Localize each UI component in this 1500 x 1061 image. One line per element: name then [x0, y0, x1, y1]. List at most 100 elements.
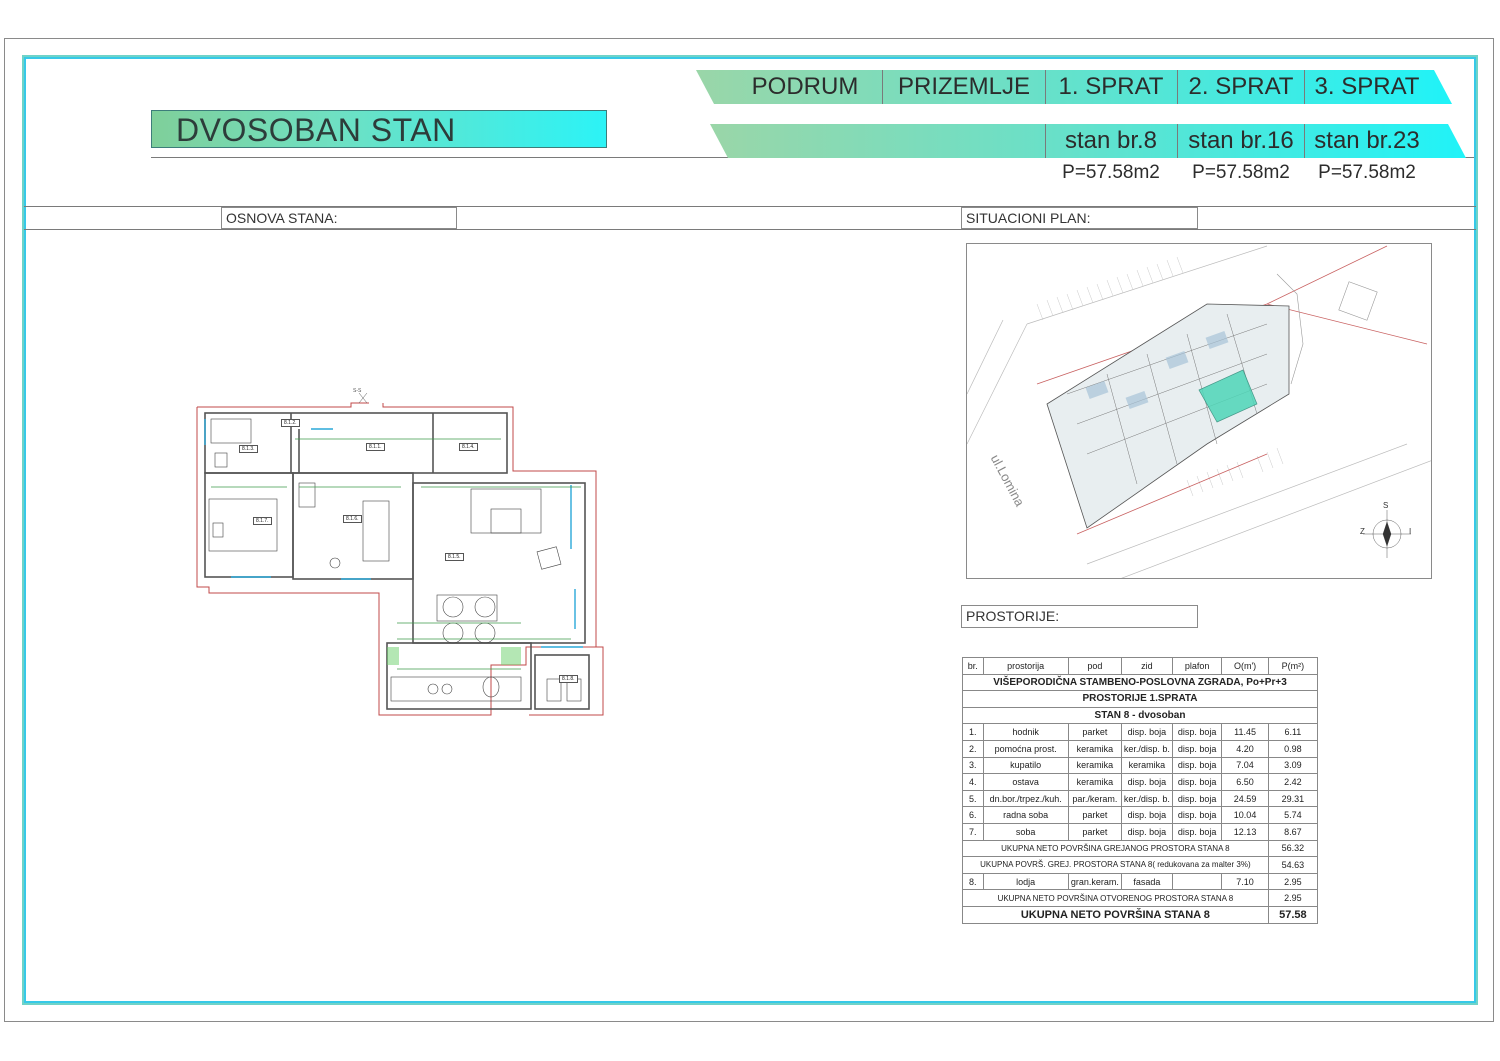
- section-mark: S-S: [353, 388, 362, 394]
- cell-ceiling: disp. boja: [1171, 822, 1223, 841]
- cell-floor: gran.keram.: [1067, 872, 1122, 891]
- cell-ceiling: disp. boja: [1171, 806, 1223, 824]
- subtotal-label: UKUPNA POVRŠ. GREJ. PROSTORA STANA 8( re…: [962, 856, 1269, 874]
- site-plan: ul.Lomina S Z I: [966, 243, 1432, 579]
- cell-perimeter: 7.10: [1221, 872, 1269, 891]
- flat-area: P=57.58m2: [1192, 162, 1290, 183]
- cell-wall: ker./disp. b.: [1120, 739, 1173, 758]
- cell-room: kupatilo: [982, 756, 1069, 775]
- room-label: 8.1.1.: [366, 443, 385, 451]
- subtotal-row: UKUPNA NETO POVRŠINA OTVORENOG PROSTORA …: [962, 889, 1319, 907]
- subtotal-row: UKUPNA NETO POVRŠINA GREJANOG PROSTORA S…: [962, 839, 1319, 858]
- cell-room: ostava: [982, 773, 1069, 791]
- cell-area: 2.95: [1267, 872, 1319, 891]
- osnova-label: OSNOVA STANA:: [221, 207, 457, 229]
- cell-area: 6.11: [1267, 723, 1319, 741]
- subtotal-value: 56.32: [1267, 839, 1319, 858]
- cell-ceiling: disp. boja: [1171, 723, 1223, 741]
- flat-number: stan br.16: [1188, 127, 1294, 154]
- column-header: P(m²): [1267, 657, 1319, 675]
- cell-br: 4.: [962, 773, 984, 791]
- table-row: 8. lodja gran.keram. fasada 7.10 2.95: [962, 872, 1319, 891]
- cell-wall: disp. boja: [1120, 773, 1173, 791]
- table-row: 5. dn.bor./trpez./kuh. par./keram. ker./dis…: [962, 789, 1319, 808]
- table-header-row: br. prostorija pod zid plafon O(m') P(m²…: [962, 657, 1319, 675]
- cell-perimeter: 24.59: [1221, 789, 1269, 808]
- cell-area: 3.09: [1267, 756, 1319, 775]
- cell-area: 0.98: [1267, 739, 1319, 758]
- cell-perimeter: 7.04: [1221, 756, 1269, 775]
- flat-area: P=57.58m2: [1318, 162, 1416, 183]
- table-row: 4. ostava keramika disp. boja disp. boja 6.50…: [962, 773, 1319, 791]
- prostorije-label: PROSTORIJE:: [961, 605, 1198, 628]
- table-row: 3. kupatilo keramika keramika disp. boja 7.04…: [962, 756, 1319, 775]
- room-label: 8.1.8.: [559, 675, 578, 683]
- room-label: 8.1.2.: [281, 419, 300, 427]
- cell-br: 2.: [962, 739, 984, 758]
- cell-br: 8.: [962, 872, 984, 891]
- cell-floor: parket: [1067, 822, 1122, 841]
- column-header: zid: [1120, 657, 1173, 675]
- situacioni-label: SITUACIONI PLAN:: [961, 207, 1198, 229]
- room-label: 8.1.3.: [239, 445, 258, 453]
- building-title: VIŠEPORODIČNA STAMBENO-POSLOVNA ZGRADA, …: [962, 673, 1318, 692]
- cell-perimeter: 10.04: [1221, 806, 1269, 824]
- table-row: 1. hodnik parket disp. boja disp. boja 11.45 6…: [962, 723, 1319, 741]
- cell-br: 3.: [962, 756, 984, 775]
- cell-floor: keramika: [1067, 756, 1122, 775]
- flat-number: stan br.23: [1314, 127, 1420, 154]
- total-value: 57.58: [1267, 905, 1319, 924]
- floor-plan: S-S 8.1.1. 8.1.2. 8.1.3. 8.1.4. 8.1.5. 8…: [191, 388, 611, 719]
- cell-room: lodja: [982, 872, 1069, 891]
- cell-br: 7.: [962, 822, 984, 841]
- compass-west: Z: [1360, 527, 1365, 536]
- cell-perimeter: 11.45: [1221, 723, 1269, 741]
- cell-floor: par./keram.: [1067, 789, 1122, 808]
- cell-ceiling: disp. boja: [1171, 789, 1223, 808]
- subtotal-row: UKUPNA POVRŠ. GREJ. PROSTORA STANA 8( re…: [962, 856, 1319, 874]
- compass-east: I: [1409, 527, 1412, 536]
- room-label: 8.1.6.: [343, 515, 362, 523]
- cell-wall: disp. boja: [1120, 822, 1173, 841]
- cell-perimeter: 6.50: [1221, 773, 1269, 791]
- table-row: 6. radna soba parket disp. boja disp. boja 10…: [962, 806, 1319, 824]
- floor-sprat-2: 2. SPRAT: [1188, 73, 1294, 100]
- cell-wall: disp. boja: [1120, 806, 1173, 824]
- cell-br: 6.: [962, 806, 984, 824]
- column-header: plafon: [1171, 657, 1223, 675]
- cell-wall: ker./disp. b.: [1120, 789, 1173, 808]
- flat-area: P=57.58m2: [1062, 162, 1160, 183]
- cell-room: dn.bor./trpez./kuh.: [982, 789, 1069, 808]
- unit-title: STAN 8 - dvosoban: [962, 706, 1318, 725]
- cell-ceiling: disp. boja: [1171, 756, 1223, 775]
- total-label: UKUPNA NETO POVRŠINA STANA 8: [962, 905, 1269, 924]
- cell-area: 8.67: [1267, 822, 1319, 841]
- cell-area: 29.31: [1267, 789, 1319, 808]
- cell-floor: parket: [1067, 723, 1122, 741]
- cell-room: pomoćna prost.: [982, 739, 1069, 758]
- section-divider: [24, 229, 1476, 230]
- room-label: 8.1.5.: [445, 553, 464, 561]
- floor-podrum: PODRUM: [751, 73, 859, 100]
- cell-ceiling: disp. boja: [1171, 739, 1223, 758]
- room-label: 8.1.7.: [253, 517, 272, 525]
- cell-floor: keramika: [1067, 773, 1122, 791]
- total-row: UKUPNA NETO POVRŠINA STANA 8 57.58: [962, 905, 1319, 924]
- column-header: pod: [1067, 657, 1122, 675]
- floor-sprat-1: 1. SPRAT: [1058, 73, 1164, 100]
- floor-prizemlje: PRIZEMLJE: [897, 73, 1031, 100]
- cell-area: 2.42: [1267, 773, 1319, 791]
- cell-area: 5.74: [1267, 806, 1319, 824]
- floor-sprat-3: 3. SPRAT: [1314, 73, 1420, 100]
- cell-br: 5.: [962, 789, 984, 808]
- rooms-table: br. prostorija pod zid plafon O(m') P(m²…: [962, 657, 1319, 924]
- cell-floor: parket: [1067, 806, 1122, 824]
- page-title: DVOSOBAN STAN: [176, 112, 456, 148]
- cell-wall: disp. boja: [1120, 723, 1173, 741]
- cell-wall: keramika: [1120, 756, 1173, 775]
- table-row: 2. pomoćna prost. keramika ker./disp. b. dis…: [962, 739, 1319, 758]
- column-header: O(m'): [1221, 657, 1269, 675]
- floor-plan-drawing: [196, 392, 604, 716]
- compass-north: S: [1383, 501, 1389, 510]
- cell-ceiling: [1171, 872, 1223, 891]
